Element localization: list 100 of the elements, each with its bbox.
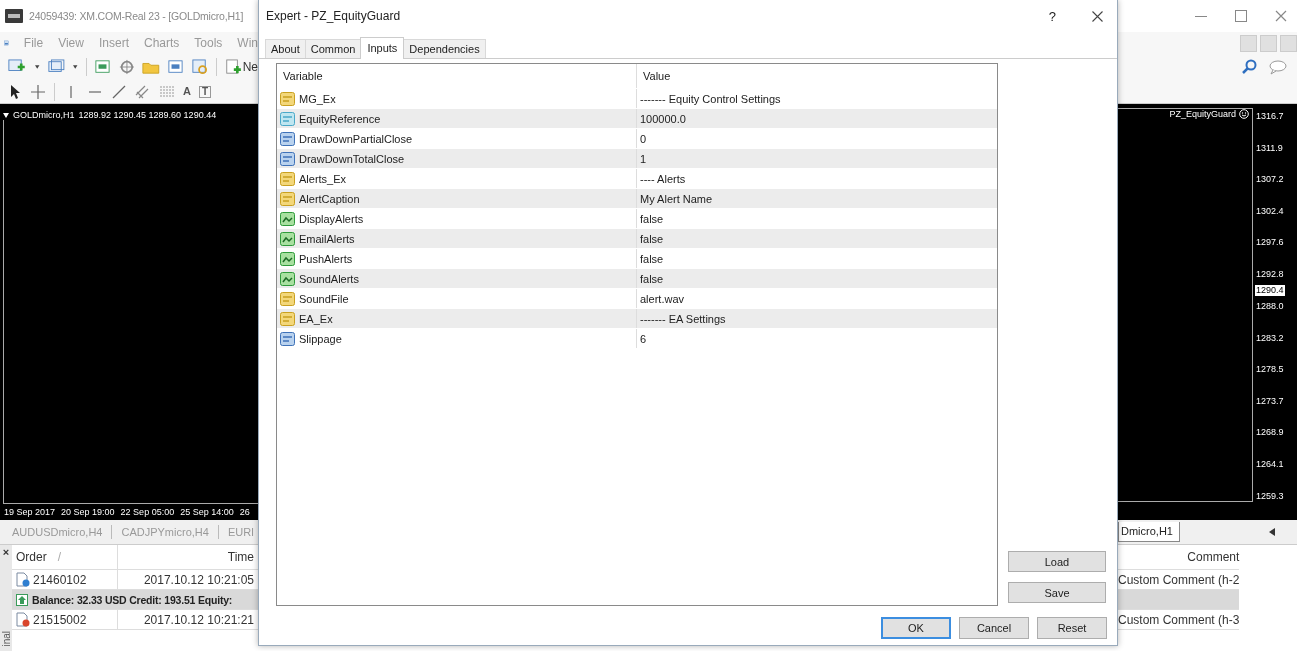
variable-name: SoundFile [299,292,349,305]
close-button[interactable]: × [2,547,10,558]
logo-icon [5,9,23,23]
side-button[interactable]: Save [1008,582,1106,603]
price-axis-label: 1297.6 [1255,237,1285,249]
tab[interactable]: Common [304,39,362,58]
time-axis-label: 25 Sep 14:00 [180,507,234,517]
smiley-icon [1239,109,1249,119]
price-axis-label: 1307.2 [1255,173,1285,185]
variable-name: EquityReference [299,112,381,125]
balance-icon [16,593,28,606]
table-cell: 21460102 [33,572,87,587]
indicator-name: PZ_EquityGuard [1169,109,1236,119]
column-header[interactable]: Value [636,64,997,88]
help-button[interactable]: ? [1048,8,1056,24]
terminal-side-tab[interactable]: inal [0,631,12,647]
sort-indicator: / [57,550,62,564]
integer-type-icon [280,331,295,346]
chart-ohlc: 1289.92 1290.45 1289.60 1290.44 [78,110,217,120]
chart-symbol: GOLDmicro,H1 [13,110,75,120]
value-cell[interactable]: false [636,229,997,248]
dialog-title: Expert - PZ_EquityGuard [266,9,402,23]
trendline-icon[interactable] [111,83,127,100]
tab[interactable]: Dependencies [403,39,486,58]
label-tool-button[interactable]: T [198,85,212,98]
value-cell[interactable]: false [636,209,997,228]
value-cell[interactable]: My Alert Name [636,189,997,208]
variable-name: DrawDownTotalClose [299,152,405,165]
variable-name: PushAlerts [299,252,353,265]
value-cell[interactable]: false [636,249,997,268]
variable-name: Alerts_Ex [299,172,347,185]
value-cell[interactable]: ---- Alerts [636,169,997,188]
price-axis-label: 1292.8 [1255,269,1285,281]
market-watch-icon[interactable] [94,58,111,76]
window-title: 24059439: XM.COM-Real 23 - [GOLDmicro,H1] [29,10,244,22]
tab[interactable]: About [265,39,306,58]
new-order-icon[interactable] [224,58,241,76]
text-type-icon [280,91,295,106]
scroll-left-icon[interactable] [1269,528,1275,536]
text-tool-button[interactable]: A [183,86,191,97]
price-axis-label: 1316.7 [1255,111,1285,122]
boolean-type-icon [280,251,295,266]
search-icon[interactable] [1241,59,1257,75]
dropdown-caret-icon[interactable] [35,65,40,69]
variable-name: Slippage [299,332,342,345]
table-cell: 21515002 [33,612,87,627]
price-axis-label: 1311.9 [1255,142,1284,154]
variable-name: EA_Ex [299,312,333,325]
price-axis-label: 1302.4 [1255,205,1285,217]
variable-name: DisplayAlerts [299,212,364,225]
variable-name: MG_Ex [299,92,336,105]
time-axis-label: 20 Sep 19:00 [61,507,115,517]
chart-tab[interactable]: Dmicro,H1 [1118,522,1180,542]
text-type-icon [280,191,295,206]
dialog-button[interactable]: Cancel [959,617,1029,639]
variable-name: AlertCaption [299,192,360,205]
current-price-label: 1290.4 [1255,285,1285,297]
navigator-icon[interactable] [118,58,135,76]
close-icon[interactable] [1092,10,1103,22]
dropdown-caret-icon[interactable] [73,65,78,69]
price-axis-label: 1259.3 [1255,491,1285,502]
text-type-icon [280,311,295,326]
value-cell[interactable]: 100000.0 [636,109,997,128]
dialog-button[interactable]: OK [881,617,951,639]
balance-summary: Balance: 32.33 USD Credit: 193.51 Equity: [32,593,233,606]
value-cell[interactable]: ------- Equity Control Settings [636,89,997,108]
text-type-icon [280,291,295,306]
value-cell[interactable]: 0 [636,129,997,148]
value-cell[interactable]: alert.wav [636,289,997,308]
dialog-button[interactable]: Reset [1037,617,1107,639]
price-axis-label: 1264.1 [1255,459,1285,471]
boolean-type-icon [280,211,295,226]
cursor-arrow-icon[interactable] [8,83,22,100]
collapse-triangle-icon[interactable] [3,112,9,118]
value-cell[interactable]: false [636,269,997,288]
tab[interactable]: Inputs [360,37,405,59]
boolean-type-icon [280,271,295,286]
toolbar-button-label[interactable]: Ne [242,60,258,74]
time-axis-label: 22 Sep 05:00 [120,507,175,517]
value-cell[interactable]: 1 [636,149,997,168]
tester-icon[interactable] [192,58,208,76]
channel-icon[interactable] [135,83,151,100]
value-cell[interactable]: 6 [636,329,997,348]
crosshair-icon[interactable] [30,83,46,100]
variable-name: SoundAlerts [299,272,359,285]
chat-icon[interactable] [1269,59,1289,75]
variable-name: EmailAlerts [299,232,355,245]
integer-type-icon [280,151,295,166]
maximize-icon[interactable] [1235,10,1247,22]
variable-name: DrawDownPartialClose [299,132,413,145]
side-button[interactable]: Load [1008,551,1106,572]
column-header[interactable]: Variable [277,64,636,88]
price-axis-label: 1268.9 [1255,427,1285,439]
value-cell[interactable]: ------- EA Settings [636,309,997,328]
integer-type-icon [280,131,295,146]
column-header[interactable]: Order [16,550,47,564]
terminal-window-icon[interactable] [168,58,184,76]
price-axis-label: 1283.2 [1255,332,1285,344]
price-axis-label: 1278.5 [1255,363,1285,375]
text-type-icon [280,171,295,186]
